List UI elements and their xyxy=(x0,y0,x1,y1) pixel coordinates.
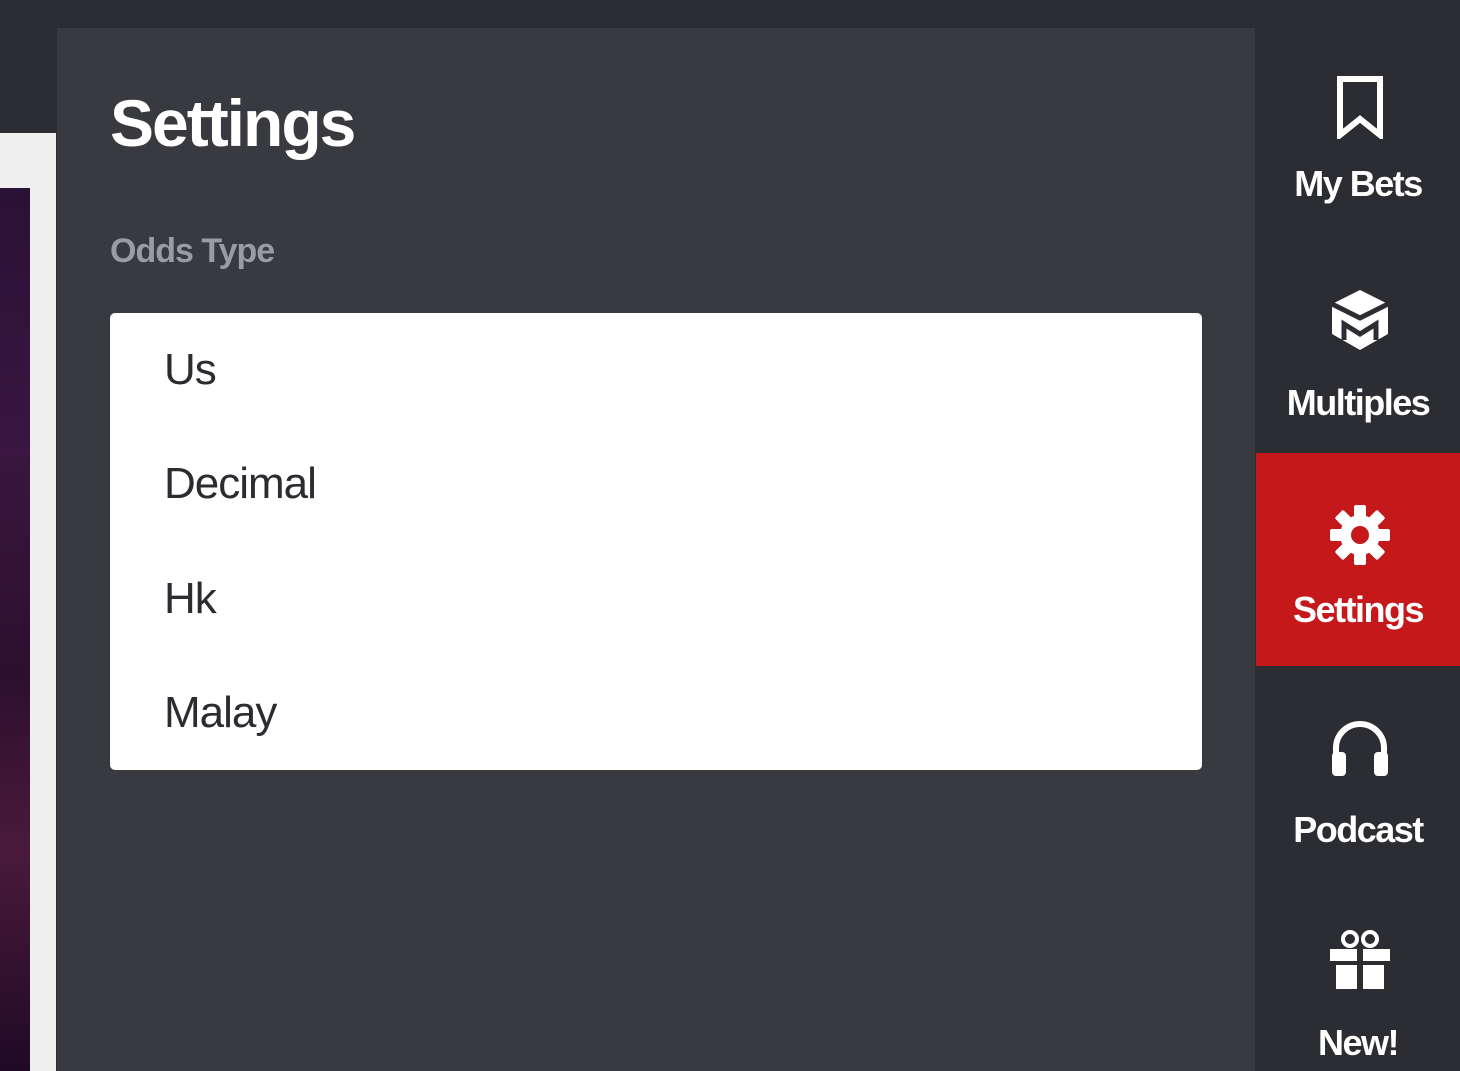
nav-label-my-bets: My Bets xyxy=(1294,163,1423,204)
page-title: Settings xyxy=(110,86,356,160)
settings-panel: Settings Odds Type Us Decimal Hk Malay xyxy=(57,28,1255,1071)
headphones-icon xyxy=(1332,721,1388,776)
bookmark-icon xyxy=(1337,76,1383,139)
gift-icon xyxy=(1330,930,1390,991)
nav-label-multiples: Multiples xyxy=(1286,382,1431,423)
odds-option-decimal[interactable]: Decimal xyxy=(110,427,1202,541)
nav-label-settings: Settings xyxy=(1292,589,1425,630)
nav-item-multiples[interactable]: Multiples xyxy=(1256,240,1460,453)
gear-icon xyxy=(1330,505,1390,565)
odds-type-label: Odds Type xyxy=(110,232,275,270)
odds-option-malay[interactable]: Malay xyxy=(110,656,1202,770)
side-nav: My Bets Multiples Settings Podcast New! xyxy=(1256,0,1460,1071)
odds-option-us[interactable]: Us xyxy=(110,313,1202,427)
nav-label-podcast: Podcast xyxy=(1293,809,1424,850)
nav-label-new: New! xyxy=(1317,1022,1400,1063)
nav-item-new[interactable]: New! xyxy=(1256,879,1460,1071)
nav-item-my-bets[interactable]: My Bets xyxy=(1256,27,1460,240)
odds-option-hk[interactable]: Hk xyxy=(110,542,1202,656)
background-image xyxy=(0,188,30,1071)
odds-type-options: Us Decimal Hk Malay xyxy=(110,313,1202,770)
app-window: Settings Odds Type Us Decimal Hk Malay M… xyxy=(0,0,1460,1071)
multiples-cube-icon xyxy=(1330,290,1390,350)
nav-item-podcast[interactable]: Podcast xyxy=(1256,666,1460,879)
nav-item-settings[interactable]: Settings xyxy=(1256,453,1460,666)
